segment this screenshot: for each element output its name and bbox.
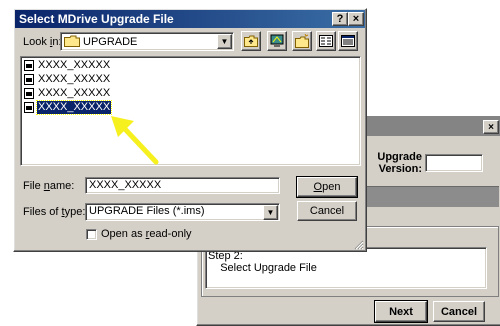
file-icon — [24, 88, 34, 99]
file-icon — [24, 102, 34, 113]
file-name-label: File name: — [23, 180, 75, 192]
file-icon — [24, 60, 34, 71]
upgrade-version-label: Upgrade Version: — [377, 151, 422, 175]
upgrade-version-field[interactable] — [425, 154, 483, 172]
open-button[interactable]: Open — [296, 176, 358, 198]
wizard-close-button[interactable]: × — [483, 120, 499, 134]
help-icon: ? — [336, 13, 344, 25]
step-text: Step 2: Select Upgrade File — [208, 250, 317, 274]
look-in-value: UPGRADE — [83, 36, 138, 48]
files-of-type-label: Files of type: — [23, 206, 86, 218]
file-name: XXXX_XXXXX — [38, 59, 111, 71]
details-view-button[interactable] — [338, 31, 358, 51]
file-name: XXXX_XXXXX — [35, 100, 113, 115]
file-icon — [24, 74, 34, 85]
wizard-cancel-button[interactable]: Cancel — [433, 301, 485, 322]
dialog-title: Select MDrive Upgrade File — [19, 12, 174, 26]
files-of-type-dropdown-button[interactable]: ▼ — [263, 205, 278, 220]
open-read-only-checkbox[interactable] — [86, 229, 97, 240]
close-icon: × — [352, 13, 360, 25]
cancel-button[interactable]: Cancel — [297, 201, 357, 221]
next-button[interactable]: Next — [374, 300, 428, 323]
help-button[interactable]: ? — [332, 12, 348, 26]
file-list-item[interactable]: XXXX_XXXXX — [24, 100, 113, 115]
details-view-icon — [341, 35, 355, 47]
desktop-button[interactable] — [267, 31, 287, 51]
open-read-only-label[interactable]: Open as read-only — [101, 228, 192, 240]
file-name: XXXX_XXXXX — [38, 73, 111, 85]
list-view-icon — [319, 35, 333, 47]
file-list-item[interactable]: XXXX_XXXXX — [24, 87, 111, 100]
up-folder-button[interactable] — [241, 31, 261, 51]
look-in-label: Look in: — [23, 36, 62, 48]
new-folder-button[interactable] — [292, 31, 312, 51]
chevron-down-icon: ▼ — [220, 37, 229, 46]
close-icon: × — [488, 121, 494, 133]
folder-icon — [64, 35, 80, 47]
look-in-dropdown-button[interactable]: ▼ — [217, 34, 232, 49]
new-folder-icon — [295, 34, 309, 48]
file-list-item[interactable]: XXXX_XXXXX — [24, 73, 111, 86]
files-of-type-value: UPGRADE Files (*.ims) — [89, 205, 205, 217]
list-view-button[interactable] — [316, 31, 336, 51]
dialog-close-button[interactable]: × — [348, 12, 364, 26]
file-list-item[interactable]: XXXX_XXXXX — [24, 59, 111, 72]
file-name-value: XXXX_XXXXX — [89, 179, 162, 191]
resize-grip-icon[interactable] — [352, 238, 364, 250]
chevron-down-icon: ▼ — [266, 208, 275, 217]
annotation-arrow — [111, 116, 159, 165]
desktop-icon — [270, 34, 284, 47]
up-folder-icon — [244, 35, 258, 47]
file-name: XXXX_XXXXX — [38, 87, 111, 99]
progress-bar — [359, 186, 499, 207]
